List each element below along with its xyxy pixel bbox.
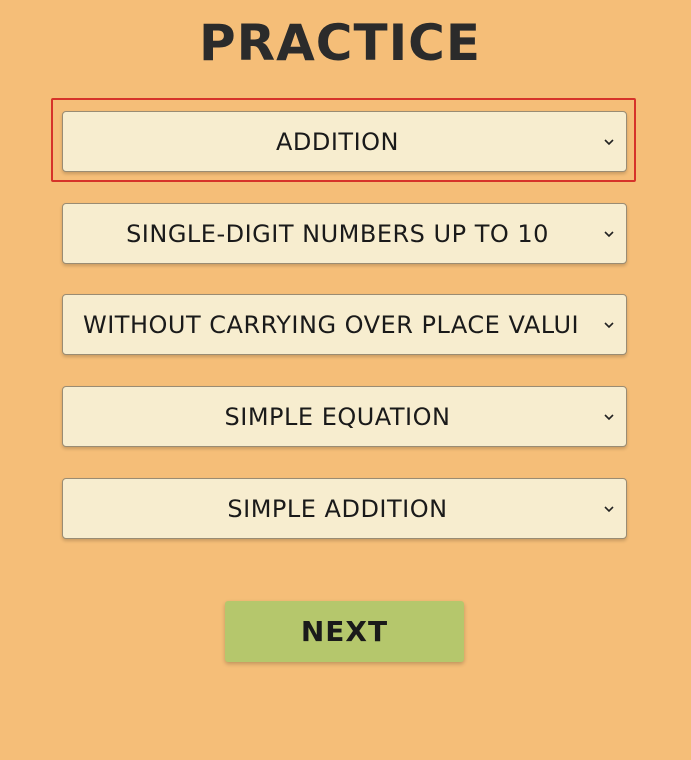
operation-select-value: ADDITION <box>275 127 400 156</box>
chevron-down-icon <box>596 321 622 329</box>
carrying-select-value: WITHOUT CARRYING OVER PLACE VALUI <box>83 310 580 339</box>
carrying-select[interactable]: WITHOUT CARRYING OVER PLACE VALUI <box>62 294 627 355</box>
chevron-down-icon <box>596 413 622 421</box>
next-button[interactable]: NEXT <box>225 601 464 662</box>
equation-type-select-value: SIMPLE EQUATION <box>224 402 451 431</box>
chevron-down-icon <box>596 138 622 146</box>
chevron-down-icon <box>596 505 622 513</box>
equation-type-select[interactable]: SIMPLE EQUATION <box>62 386 627 447</box>
chevron-down-icon <box>596 230 622 238</box>
operation-select[interactable]: ADDITION <box>62 111 627 172</box>
problem-type-select[interactable]: SIMPLE ADDITION <box>62 478 627 539</box>
problem-type-select-value: SIMPLE ADDITION <box>227 494 448 523</box>
number-range-select[interactable]: SINGLE-DIGIT NUMBERS UP TO 10 <box>62 203 627 264</box>
number-range-select-value: SINGLE-DIGIT NUMBERS UP TO 10 <box>126 219 549 248</box>
page-title: PRACTICE <box>198 14 482 72</box>
